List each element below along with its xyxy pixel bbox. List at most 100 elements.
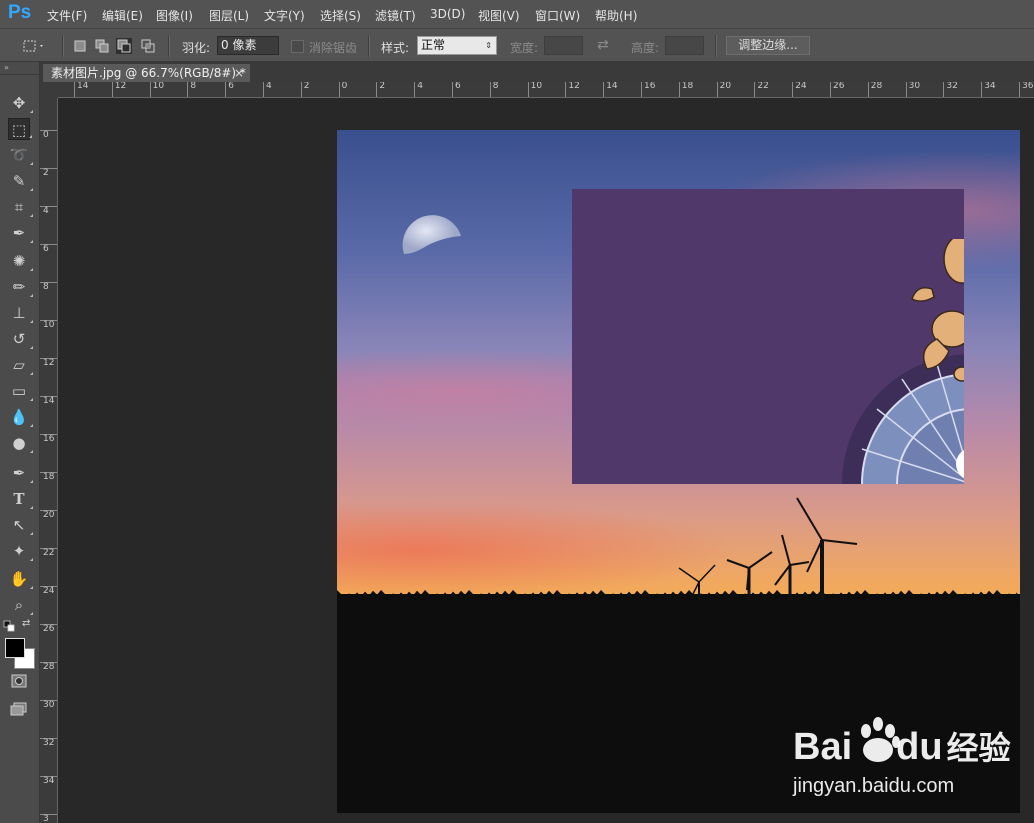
clone-stamp-tool-icon[interactable]: ⊥: [8, 302, 33, 324]
horizontal-ruler[interactable]: 14 12 10 8 6 4 2 0 2 4 6 8 10 12 14 16 18 20 22 24 26 28 30 32 3…: [58, 82, 1034, 98]
cartoon-dial-artwork: [842, 239, 964, 484]
ruler-origin[interactable]: [40, 82, 58, 98]
foreground-color-swatch[interactable]: [5, 638, 25, 658]
dodge-tool-icon[interactable]: ●: [8, 432, 33, 454]
ruler-tick-label: 16: [40, 434, 57, 444]
vertical-ruler[interactable]: 0 2 4 6 8 10 12 14 16 18 20 22 24 26 28 30 32 34 3: [40, 98, 58, 823]
panel-collapse-icon[interactable]: »: [4, 63, 9, 72]
add-to-selection-icon[interactable]: [94, 38, 110, 54]
photoshop-logo: Ps: [8, 2, 32, 23]
path-selection-tool-icon[interactable]: ↖: [8, 514, 33, 536]
separator: [368, 35, 370, 57]
screen-mode-icon[interactable]: [10, 702, 28, 716]
quick-mask-icon[interactable]: [11, 674, 27, 688]
baidu-wordmark-du: du: [896, 726, 943, 768]
ruler-tick-label: 6: [452, 82, 461, 97]
default-colors-icon[interactable]: [3, 620, 15, 632]
document-image[interactable]: [337, 130, 1020, 813]
ruler-tick-label: 32: [943, 82, 958, 97]
menu-bar: Ps 文件(F) 编辑(E) 图像(I) 图层(L) 文字(Y) 选择(S) 滤…: [0, 0, 1034, 28]
feather-label: 羽化:: [182, 41, 211, 55]
hand-tool-icon[interactable]: ✋: [8, 568, 33, 590]
height-input: [665, 36, 704, 55]
tools-panel: » ✥ ⬚ ➰ ✎ ⌗ ✒ ✺ ✏ ⊥ ↺ ▱ ▭ 💧 ● ✒ T ↖ ✦ ✋ ⌕ ⇄: [0, 62, 40, 823]
ruler-tick-label: 8: [40, 282, 57, 292]
gradient-tool-icon[interactable]: ▭: [8, 380, 33, 402]
baidu-wordmark: Bai du 经验: [793, 728, 1011, 767]
ruler-tick-label: 10: [527, 82, 542, 97]
zoom-tool-icon[interactable]: ⌕: [8, 594, 33, 616]
antialias-checkbox[interactable]: [291, 40, 304, 53]
menu-layer[interactable]: 图层(L): [209, 7, 249, 24]
menu-image[interactable]: 图像(I): [156, 7, 193, 24]
ruler-tick-label: 8: [489, 82, 499, 97]
marquee-preset-icon[interactable]: [22, 38, 46, 54]
style-label: 样式:: [381, 41, 410, 55]
subtract-from-selection-icon[interactable]: [116, 38, 132, 54]
ruler-tick-label: 14: [74, 82, 88, 97]
eyedropper-tool-icon[interactable]: ✒: [8, 222, 33, 244]
ruler-tick-label: 20: [40, 510, 57, 520]
swap-colors-icon[interactable]: ⇄: [22, 618, 30, 629]
ruler-tick-label: 4: [263, 82, 272, 97]
ruler-tick-label: 26: [830, 82, 844, 97]
ruler-tick-label: 12: [565, 82, 580, 97]
healing-brush-tool-icon[interactable]: ✺: [8, 250, 33, 272]
watermark-url: jingyan.baidu.com: [793, 775, 955, 797]
menu-window[interactable]: 窗口(W): [535, 7, 580, 24]
crop-tool-icon[interactable]: ⌗: [8, 196, 33, 218]
ruler-tick-label: 10: [149, 82, 164, 97]
quick-selection-tool-icon[interactable]: ✎: [8, 170, 33, 192]
pen-tool-icon[interactable]: ✒: [8, 462, 33, 484]
shape-tool-icon[interactable]: ✦: [8, 540, 33, 562]
separator: [62, 35, 64, 57]
menu-select[interactable]: 选择(S): [320, 7, 361, 24]
style-select-value: 正常: [421, 38, 446, 52]
ruler-tick-label: 28: [867, 82, 882, 97]
style-select[interactable]: 正常 ⇕: [417, 36, 497, 55]
ruler-tick-label: 36: [1019, 82, 1033, 97]
antialias-label: 消除锯齿: [309, 41, 358, 55]
history-brush-tool-icon[interactable]: ↺: [8, 328, 33, 350]
options-bar: 羽化: 0 像素 消除锯齿 样式: 正常 ⇕ 宽度: ⇄ 高度: 调整边缘...: [0, 28, 1034, 62]
width-input: [544, 36, 583, 55]
document-tab[interactable]: 素材图片.jpg @ 66.7%(RGB/8#) * ×: [43, 64, 250, 82]
blur-tool-icon[interactable]: 💧: [8, 406, 33, 428]
feather-input[interactable]: 0 像素: [217, 36, 279, 55]
ruler-tick-label: 30: [905, 82, 920, 97]
ruler-tick-label: 2: [40, 168, 57, 178]
ruler-tick-label: 3: [40, 814, 57, 823]
ruler-tick-label: 16: [641, 82, 655, 97]
ruler-tick-label: 4: [40, 206, 57, 216]
ruler-tick-label: 30: [40, 700, 57, 710]
ruler-tick-label: 24: [40, 586, 57, 596]
marquee-tool-icon[interactable]: ⬚: [8, 118, 32, 140]
ruler-tick-label: 14: [40, 396, 57, 406]
separator: [168, 35, 170, 57]
move-tool-icon[interactable]: ✥: [8, 92, 33, 114]
chevron-updown-icon: ⇕: [485, 41, 492, 50]
menu-help[interactable]: 帮助(H): [595, 7, 637, 24]
menu-filter[interactable]: 滤镜(T): [375, 7, 416, 24]
jingyan-wordmark: 经验: [946, 730, 1011, 766]
ruler-tick-label: 8: [187, 82, 196, 97]
ruler-tick-label: 14: [603, 82, 618, 97]
lasso-tool-icon[interactable]: ➰: [8, 144, 33, 166]
new-selection-icon[interactable]: [72, 38, 88, 54]
ruler-tick-label: 2: [376, 82, 385, 97]
menu-file[interactable]: 文件(F): [47, 7, 87, 24]
ruler-tick-label: 32: [40, 738, 57, 748]
menu-view[interactable]: 视图(V): [478, 7, 520, 24]
refine-edge-button[interactable]: 调整边缘...: [726, 36, 810, 55]
eraser-tool-icon[interactable]: ▱: [8, 354, 33, 376]
purple-fill-rectangle: [572, 189, 964, 484]
ruler-tick-label: 10: [40, 320, 57, 330]
width-label: 宽度:: [510, 41, 539, 55]
intersect-selection-icon[interactable]: [140, 38, 156, 54]
type-tool-icon[interactable]: T: [8, 488, 33, 510]
menu-edit[interactable]: 编辑(E): [102, 7, 143, 24]
menu-type[interactable]: 文字(Y): [264, 7, 305, 24]
close-tab-icon[interactable]: ×: [234, 64, 244, 82]
brush-tool-icon[interactable]: ✏: [8, 276, 33, 298]
menu-3d[interactable]: 3D(D): [430, 7, 465, 21]
